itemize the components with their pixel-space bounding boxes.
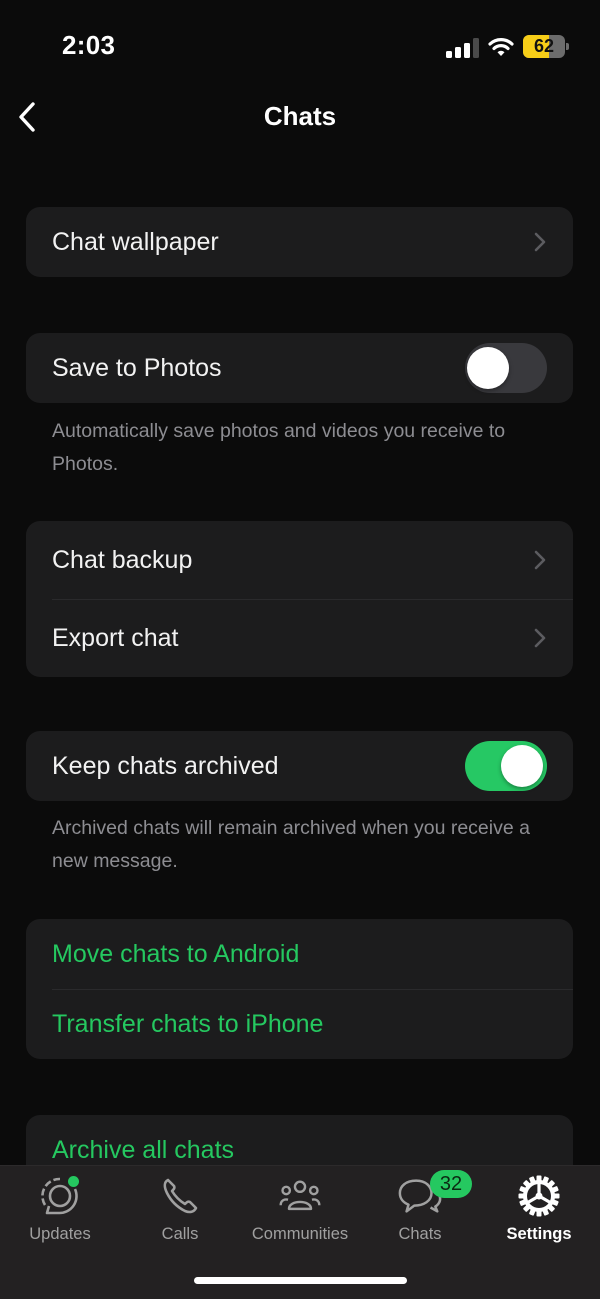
chat-wallpaper-row[interactable]: Chat wallpaper [26,207,573,277]
move-to-android-label: Move chats to Android [52,939,300,968]
updates-dot [68,1176,79,1187]
status-time: 2:03 [62,30,116,60]
phone-icon [163,1178,198,1214]
gear-icon [518,1175,560,1217]
tab-settings[interactable]: Settings [479,1174,599,1244]
save-to-photos-group: Save to Photos [26,333,573,403]
cellular-signal-icon [446,38,479,58]
toggle-knob [501,745,543,787]
wifi-icon [488,38,514,56]
keep-archived-toggle[interactable] [465,741,547,791]
tab-settings-label: Settings [506,1225,572,1243]
toggle-knob [467,347,509,389]
tab-updates[interactable]: Updates [0,1174,120,1244]
tab-chats[interactable]: 32 Chats [360,1170,480,1244]
wallpaper-group: Chat wallpaper [26,207,573,277]
battery-icon: 62 [523,35,569,59]
communities-icon [279,1180,321,1211]
tab-calls[interactable]: Calls [120,1174,240,1244]
tab-updates-label: Updates [29,1225,91,1243]
tab-communities[interactable]: Communities [240,1174,360,1244]
export-chat-label: Export chat [52,623,179,652]
chevron-right-icon [534,550,546,570]
transfer-to-iphone-row[interactable]: Transfer chats to iPhone [26,989,573,1059]
tab-communities-label: Communities [251,1225,349,1243]
move-to-android-row[interactable]: Move chats to Android [26,919,573,989]
export-chat-row[interactable]: Export chat [26,599,573,677]
save-to-photos-footer: Automatically save photos and videos you… [52,420,506,475]
backup-group: Chat backup Export chat [26,521,573,677]
save-to-photos-label: Save to Photos [52,353,222,382]
battery-percent: 62 [533,36,555,56]
tab-chats-label: Chats [398,1225,442,1243]
tab-bar: Updates Calls Communities 32 Chats Setti… [0,1165,600,1299]
chevron-right-icon [534,232,546,252]
transfer-to-iphone-label: Transfer chats to iPhone [52,1009,324,1038]
page-title: Chats [263,101,337,131]
keep-archived-group: Keep chats archived [26,731,573,801]
home-indicator[interactable] [194,1277,407,1284]
status-bar: 2:03 62 [0,0,600,95]
keep-archived-row: Keep chats archived [26,731,573,801]
tab-calls-label: Calls [161,1225,199,1243]
keep-archived-footer: Archived chats will remain archived when… [52,817,530,872]
chat-backup-label: Chat backup [52,545,193,574]
save-to-photos-toggle[interactable] [465,343,547,393]
navigation-bar: Chats [0,95,600,139]
chevron-right-icon [534,628,546,648]
chat-backup-row[interactable]: Chat backup [26,521,573,599]
chat-wallpaper-label: Chat wallpaper [52,227,219,256]
save-to-photos-row: Save to Photos [26,333,573,403]
archive-all-label: Archive all chats [52,1135,235,1164]
chats-unread-badge: 32 [430,1170,472,1198]
transfer-group: Move chats to Android Transfer chats to … [26,919,573,1059]
keep-archived-label: Keep chats archived [52,751,279,780]
